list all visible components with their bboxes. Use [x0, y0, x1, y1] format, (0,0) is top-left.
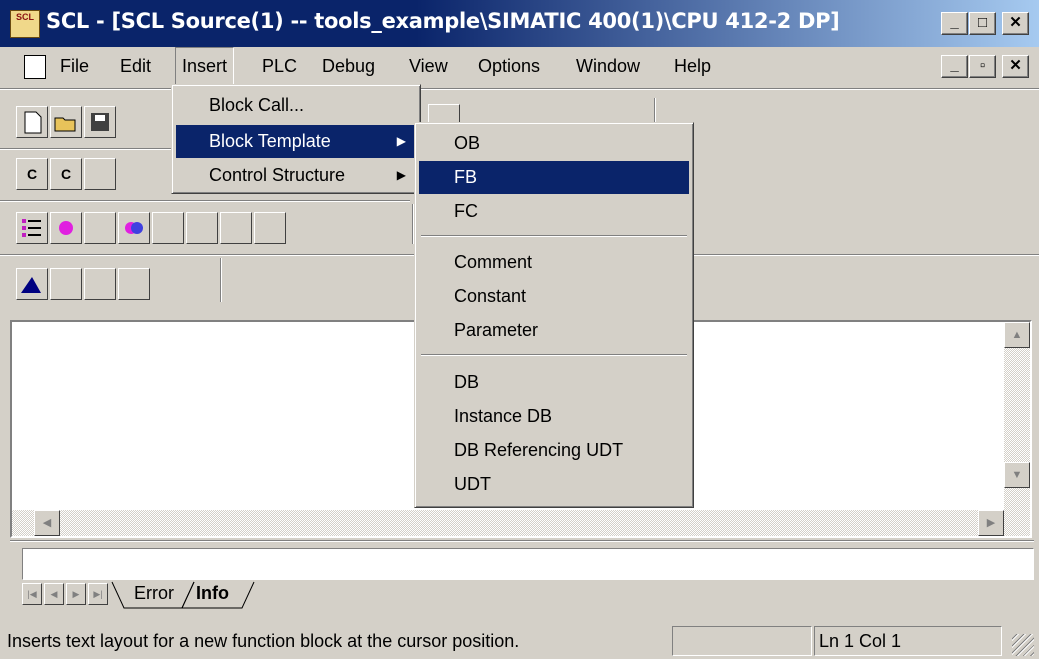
window-title: SCL - [SCL Source(1) -- tools_example\SI…	[46, 9, 840, 33]
close-button[interactable]: ✕	[1002, 12, 1029, 35]
menu-debug[interactable]: Debug	[316, 47, 381, 85]
resize-grip-icon[interactable]	[1012, 634, 1034, 656]
submenu-item-comment[interactable]: Comment	[419, 246, 689, 279]
submenu-item-udt[interactable]: UDT	[419, 468, 689, 501]
menu-item-control-structure[interactable]: Control Structure ▶	[176, 159, 416, 192]
monitor-start-icon[interactable]	[50, 268, 82, 300]
menu-edit[interactable]: Edit	[114, 47, 157, 85]
menu-item-block-template[interactable]: Block Template ▶	[176, 125, 416, 158]
monitor-toolbar	[8, 258, 228, 306]
menu-item-control-structure-label: Control Structure	[209, 165, 346, 185]
menu-separator	[421, 235, 687, 237]
menu-separator	[421, 354, 687, 356]
step-into-icon[interactable]	[186, 212, 218, 244]
download-icon[interactable]	[84, 158, 116, 190]
submenu-arrow-icon: ▶	[396, 134, 406, 148]
horizontal-scrollbar[interactable]: ◀ ▶	[12, 510, 1006, 536]
tab-last-icon[interactable]: ▶|	[88, 583, 108, 605]
minimize-button[interactable]: _	[941, 12, 968, 35]
tab-error[interactable]: Error	[134, 583, 174, 604]
menu-view[interactable]: View	[403, 47, 454, 85]
monitor-stop-icon[interactable]	[84, 268, 116, 300]
app-icon[interactable]: SCL	[10, 10, 40, 38]
submenu-item-ob[interactable]: OB	[419, 127, 689, 160]
tab-prev-icon[interactable]: ◀	[44, 583, 64, 605]
save-icon[interactable]	[84, 106, 116, 138]
menu-options[interactable]: Options	[472, 47, 546, 85]
submenu-item-constant[interactable]: Constant	[419, 280, 689, 313]
menu-file[interactable]: File	[54, 47, 95, 85]
monitor-icon[interactable]	[16, 268, 48, 300]
submenu-item-parameter[interactable]: Parameter	[419, 314, 689, 347]
output-message-area[interactable]	[22, 548, 1034, 580]
step-over-icon[interactable]	[152, 212, 184, 244]
doc-close-button[interactable]: ✕	[1002, 55, 1029, 78]
status-pane-empty	[672, 626, 812, 656]
document-icon[interactable]	[24, 55, 46, 79]
menu-window[interactable]: Window	[570, 47, 646, 85]
block-template-submenu: OB FB FC Comment Constant Parameter DB I…	[414, 122, 694, 508]
tab-next-icon[interactable]: ▶	[66, 583, 86, 605]
scroll-left-icon[interactable]: ◀	[34, 510, 60, 536]
run-to-cursor-icon[interactable]	[254, 212, 286, 244]
submenu-arrow-icon: ▶	[396, 168, 406, 182]
submenu-item-fc[interactable]: FC	[419, 195, 689, 228]
menu-plc[interactable]: PLC	[256, 47, 303, 85]
monitor-reset-icon[interactable]	[118, 268, 150, 300]
vertical-scrollbar[interactable]: ▲ ▼	[1004, 322, 1030, 536]
compile-toolbar: C C	[8, 150, 188, 198]
doc-minimize-button[interactable]: _	[941, 55, 968, 78]
tab-info[interactable]: Info	[196, 583, 229, 604]
delete-breakpoints-icon[interactable]	[84, 212, 116, 244]
insert-menu: Block Call... Block Template ▶ Control S…	[171, 84, 421, 194]
maximize-button[interactable]: □	[969, 12, 996, 35]
tab-first-icon[interactable]: |◀	[22, 583, 42, 605]
submenu-item-fb[interactable]: FB	[419, 161, 689, 194]
menu-help[interactable]: Help	[668, 47, 717, 85]
scroll-up-icon[interactable]: ▲	[1004, 322, 1030, 348]
menu-insert[interactable]: Insert	[175, 47, 235, 85]
open-folder-icon[interactable]	[50, 106, 82, 138]
breakpoint-icon[interactable]	[50, 212, 82, 244]
scroll-down-icon[interactable]: ▼	[1004, 462, 1030, 488]
debug-toolbar	[8, 204, 418, 252]
status-cursor-position: Ln 1 Col 1	[814, 626, 1002, 656]
menu-bar: File Edit Insert PLC Debug View Options …	[0, 47, 1039, 85]
submenu-item-instance-db[interactable]: Instance DB	[419, 400, 689, 433]
list-icon[interactable]	[16, 212, 48, 244]
step-out-icon[interactable]	[220, 212, 252, 244]
menu-item-block-call[interactable]: Block Call...	[176, 89, 416, 122]
make-icon[interactable]: C	[50, 158, 82, 190]
toggle-breakpoints-icon[interactable]	[118, 212, 150, 244]
scroll-right-icon[interactable]: ▶	[978, 510, 1004, 536]
submenu-item-db-referencing-udt[interactable]: DB Referencing UDT	[419, 434, 689, 467]
output-tab-bar: |◀ ◀ ▶ ▶| Error Info	[22, 580, 1034, 610]
new-file-icon[interactable]	[16, 106, 48, 138]
title-bar[interactable]: SCL SCL - [SCL Source(1) -- tools_exampl…	[0, 0, 1039, 47]
doc-restore-button[interactable]: ▫	[969, 55, 996, 78]
menu-item-block-template-label: Block Template	[209, 131, 331, 151]
compile-icon[interactable]: C	[16, 158, 48, 190]
status-bar: Inserts text layout for a new function b…	[0, 620, 1039, 659]
status-message: Inserts text layout for a new function b…	[7, 631, 520, 651]
submenu-item-db[interactable]: DB	[419, 366, 689, 399]
